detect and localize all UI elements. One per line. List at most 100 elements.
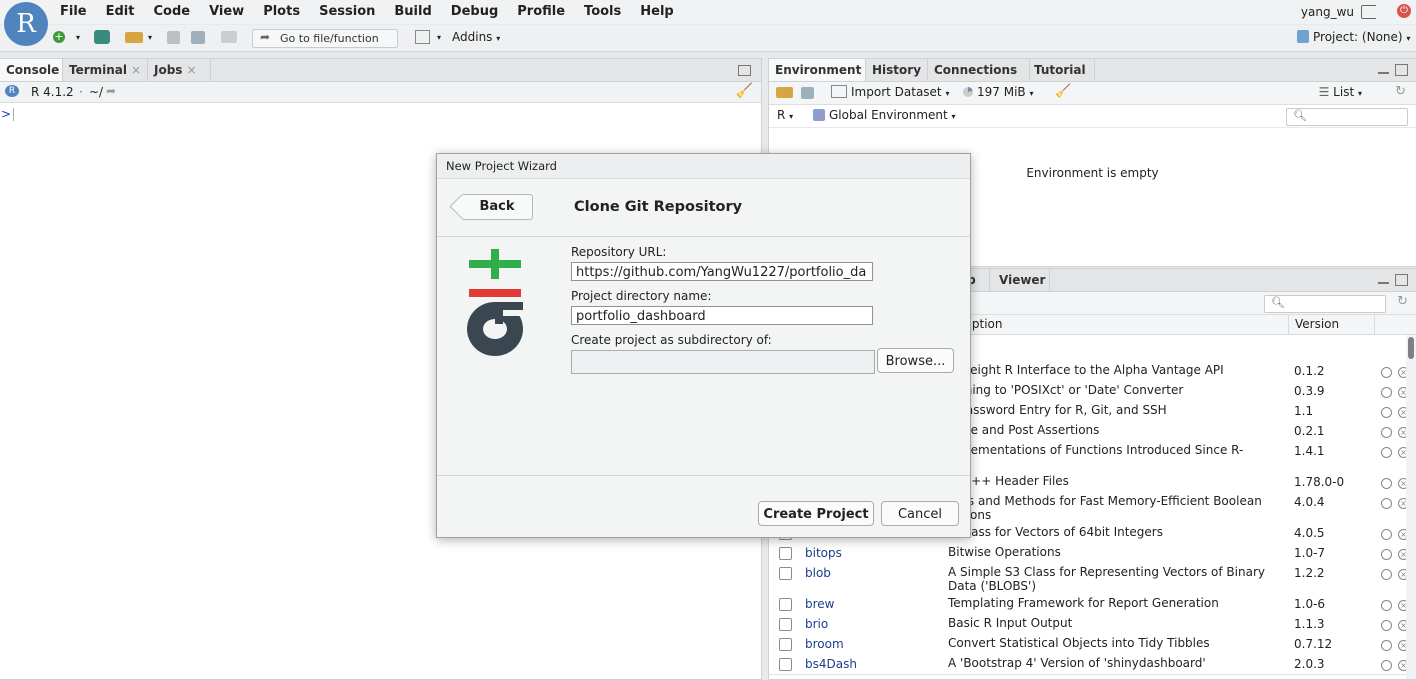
- package-name[interactable]: blob: [805, 566, 831, 580]
- cancel-button[interactable]: Cancel: [881, 501, 959, 526]
- package-checkbox[interactable]: [779, 547, 792, 560]
- sign-out-icon[interactable]: [1361, 5, 1376, 19]
- new-project-icon[interactable]: [94, 30, 110, 44]
- package-website-icon[interactable]: [1381, 569, 1392, 580]
- view-mode-menu[interactable]: ☰ List ▾: [1319, 85, 1362, 99]
- tab-console[interactable]: Console: [0, 59, 63, 81]
- refresh-environment-icon[interactable]: ↻: [1395, 84, 1406, 99]
- refresh-packages-icon[interactable]: ↻: [1397, 294, 1408, 309]
- package-website-icon[interactable]: [1381, 600, 1392, 611]
- package-website-icon[interactable]: [1381, 529, 1392, 540]
- tab-tutorial[interactable]: Tutorial: [1028, 59, 1095, 81]
- package-website-icon[interactable]: [1381, 478, 1392, 489]
- open-file-dropdown-icon[interactable]: ▾: [148, 33, 152, 49]
- package-website-icon[interactable]: [1381, 427, 1392, 438]
- col-divider: [1374, 315, 1375, 334]
- package-name[interactable]: broom: [805, 637, 844, 651]
- language-menu[interactable]: R ▾: [777, 108, 793, 122]
- new-file-icon[interactable]: +: [53, 31, 65, 43]
- package-description: 3 Class for Vectors of 64bit Integers: [948, 525, 1163, 539]
- package-website-icon[interactable]: [1381, 620, 1392, 631]
- addins-menu[interactable]: Addins ▾: [452, 30, 500, 46]
- tab-environment[interactable]: Environment: [769, 59, 866, 81]
- save-workspace-icon[interactable]: [801, 87, 814, 99]
- open-file-icon[interactable]: [125, 32, 143, 43]
- package-name[interactable]: brio: [805, 617, 828, 631]
- save-icon[interactable]: [167, 31, 180, 44]
- project-menu[interactable]: Project: (None) ▾: [1297, 30, 1410, 46]
- pane-layout-icon[interactable]: [415, 30, 430, 44]
- new-file-dropdown-icon[interactable]: ▾: [76, 33, 80, 49]
- menu-view[interactable]: View: [209, 4, 244, 19]
- package-website-icon[interactable]: [1381, 407, 1392, 418]
- packages-scrollbar[interactable]: [1406, 335, 1416, 679]
- menu-plots[interactable]: Plots: [263, 4, 300, 19]
- package-name[interactable]: brew: [805, 597, 834, 611]
- tab-viewer[interactable]: Viewer: [993, 269, 1050, 291]
- go-to-file-input[interactable]: ➦ Go to file/function: [252, 29, 398, 48]
- packages-search-input[interactable]: 🔍︎: [1264, 295, 1386, 313]
- package-website-icon[interactable]: [1381, 549, 1392, 560]
- close-jobs-icon[interactable]: ×: [186, 63, 196, 77]
- menu-session[interactable]: Session: [319, 4, 375, 19]
- package-checkbox[interactable]: [779, 658, 792, 671]
- tab-jobs[interactable]: Jobs ×: [148, 59, 211, 81]
- import-dataset-menu[interactable]: Import Dataset ▾: [831, 85, 949, 99]
- repository-url-input[interactable]: https://github.com/YangWu1227/portfolio_…: [571, 262, 873, 281]
- project-directory-input[interactable]: portfolio_dashboard: [571, 306, 873, 325]
- package-checkbox[interactable]: [779, 598, 792, 611]
- package-website-icon[interactable]: [1381, 387, 1392, 398]
- col-divider: [1288, 315, 1289, 334]
- back-button[interactable]: Back: [461, 194, 533, 220]
- col-version[interactable]: Version: [1295, 317, 1339, 331]
- menu-help[interactable]: Help: [640, 4, 673, 19]
- package-version: 0.2.1: [1294, 424, 1325, 438]
- quit-session-icon[interactable]: ⏻: [1397, 4, 1411, 18]
- close-terminal-icon[interactable]: ×: [131, 63, 141, 77]
- tab-terminal[interactable]: Terminal ×: [63, 59, 148, 81]
- git-logo-icon: [467, 249, 523, 359]
- print-icon[interactable]: [221, 31, 237, 43]
- working-directory[interactable]: ~/: [89, 85, 103, 99]
- menu-debug[interactable]: Debug: [451, 4, 498, 19]
- package-name[interactable]: bitops: [805, 546, 842, 560]
- menu-code[interactable]: Code: [153, 4, 190, 19]
- packages-scroll-thumb[interactable]: [1408, 337, 1414, 359]
- package-website-icon[interactable]: [1381, 640, 1392, 651]
- minimize-environment-icon[interactable]: [1378, 72, 1389, 74]
- maximize-environment-icon[interactable]: [1395, 64, 1408, 76]
- menu-file[interactable]: File: [60, 4, 87, 19]
- minimize-console-icon[interactable]: [738, 65, 751, 76]
- load-workspace-icon[interactable]: [776, 87, 793, 98]
- go-to-directory-icon[interactable]: ➦: [106, 84, 116, 98]
- package-website-icon[interactable]: [1381, 447, 1392, 458]
- menu-tools[interactable]: Tools: [584, 4, 621, 19]
- package-version: 1.0-6: [1294, 597, 1326, 611]
- maximize-packages-icon[interactable]: [1395, 274, 1408, 286]
- tab-history[interactable]: History: [866, 59, 928, 81]
- project-label: Project: (None): [1313, 30, 1403, 44]
- subdirectory-input[interactable]: [571, 350, 875, 374]
- browse-button[interactable]: Browse...: [877, 348, 954, 373]
- package-checkbox[interactable]: [779, 638, 792, 651]
- package-website-icon[interactable]: [1381, 498, 1392, 509]
- scope-menu[interactable]: Global Environment ▾: [813, 108, 956, 122]
- menu-edit[interactable]: Edit: [106, 4, 135, 19]
- menu-profile[interactable]: Profile: [517, 4, 565, 19]
- environment-search-input[interactable]: 🔍︎: [1286, 108, 1408, 126]
- package-website-icon[interactable]: [1381, 660, 1392, 671]
- package-checkbox[interactable]: [779, 618, 792, 631]
- package-checkbox[interactable]: [779, 567, 792, 580]
- clear-console-icon[interactable]: 🧹: [736, 83, 753, 99]
- create-project-button[interactable]: Create Project: [758, 501, 874, 526]
- memory-usage-menu[interactable]: 197 MiB ▾: [963, 85, 1033, 99]
- package-website-icon[interactable]: [1381, 367, 1392, 378]
- save-all-icon[interactable]: [191, 31, 205, 44]
- import-dataset-label: Import Dataset: [851, 85, 942, 99]
- package-name[interactable]: bs4Dash: [805, 657, 857, 671]
- tab-connections[interactable]: Connections: [928, 59, 1030, 81]
- clear-environment-icon[interactable]: 🧹: [1055, 84, 1071, 99]
- minimize-packages-icon[interactable]: [1378, 282, 1389, 284]
- pane-layout-dropdown-icon[interactable]: ▾: [437, 33, 441, 49]
- menu-build[interactable]: Build: [394, 4, 431, 19]
